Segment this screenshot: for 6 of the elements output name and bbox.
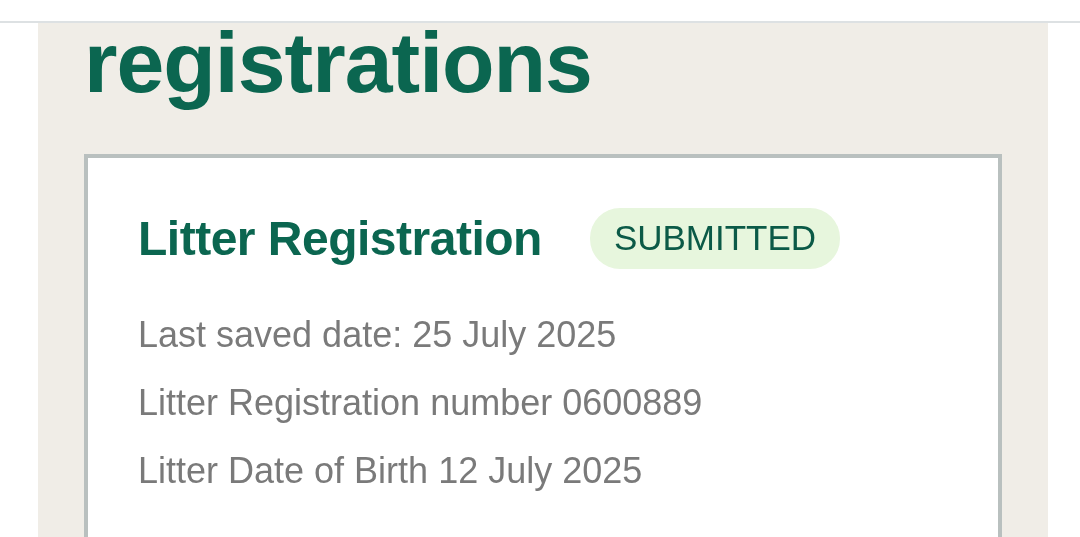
detail-line: Last saved date: 25 July 2025: [138, 312, 618, 357]
status-badge: SUBMITTED: [589, 208, 841, 269]
detail-line: Litter Registration number 0600889: [138, 380, 704, 425]
detail-line: Litter Date of Birth 12 July 2025: [138, 448, 644, 493]
card-title: Litter Registration: [138, 210, 542, 267]
page-heading: registrations: [84, 23, 593, 112]
